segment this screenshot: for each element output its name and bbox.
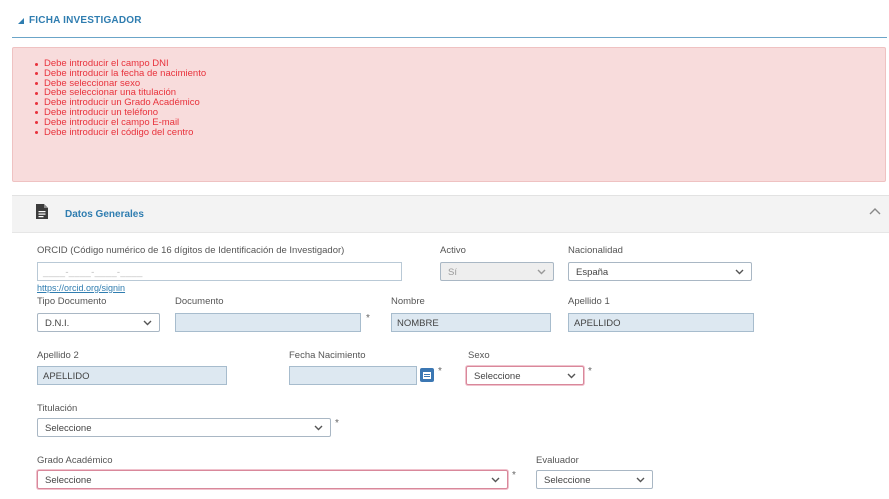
apellido1-label: Apellido 1 [568,296,610,307]
nacionalidad-select[interactable]: España [568,262,752,281]
chevron-down-icon [636,477,645,483]
required-marker: * [588,366,592,377]
apellido2-label: Apellido 2 [37,350,79,361]
chevron-down-icon [491,477,500,483]
documento-label: Documento [175,296,224,307]
orcid-signin-link[interactable]: https://orcid.org/signin [37,283,125,293]
apellido1-input[interactable]: APELLIDO [568,313,754,332]
chevron-down-icon [143,320,152,326]
tipo-documento-label: Tipo Documento [37,296,107,307]
activo-label: Activo [440,245,466,256]
titulacion-label: Titulación [37,403,78,414]
grado-academico-label: Grado Académico [37,455,113,466]
required-marker: * [512,470,516,481]
fecha-nacimiento-label: Fecha Nacimiento [289,350,366,361]
error-item: Debe introducir la fecha de nacimiento [33,68,885,79]
chevron-down-icon [567,373,576,379]
orcid-label: ORCID (Código numérico de 16 dígitos de … [37,245,345,256]
titulacion-select[interactable]: Seleccione [37,418,331,437]
page-title: FICHA INVESTIGADOR [29,15,142,26]
documento-input[interactable] [175,313,361,332]
apellido2-input[interactable]: APELLIDO [37,366,227,385]
error-item: Debe introducir un Grado Académico [33,98,885,108]
grado-academico-select[interactable]: Seleccione [37,470,508,489]
chevron-down-icon [314,425,323,431]
required-marker: * [366,313,370,324]
evaluador-select[interactable]: Seleccione [536,470,653,489]
required-marker: * [438,366,442,377]
tipo-documento-select[interactable]: D.N.I. [37,313,160,332]
nombre-input[interactable]: NOMBRE [391,313,551,332]
error-list: Debe introducir el campo DNI Debe introd… [33,59,885,137]
error-item: Debe introducir el código del centro [33,127,885,138]
panel-header-datos-generales[interactable]: Datos Generales [12,195,889,233]
chevron-down-icon [735,269,744,275]
activo-select[interactable]: Sí [440,262,554,281]
required-marker: * [335,418,339,429]
section-header: FICHA INVESTIGADOR [12,8,887,38]
panel-title: Datos Generales [65,209,144,220]
nombre-label: Nombre [391,296,425,307]
sexo-label: Sexo [468,350,490,361]
fecha-nacimiento-input[interactable] [289,366,417,385]
chevron-up-icon[interactable] [869,207,881,215]
calendar-icon[interactable] [420,368,434,382]
evaluador-label: Evaluador [536,455,579,466]
error-alert: Debe introducir el campo DNI Debe introd… [12,47,886,182]
chevron-down-icon [537,269,546,275]
document-icon [36,204,48,219]
nacionalidad-label: Nacionalidad [568,245,623,256]
sexo-select[interactable]: Seleccione [466,366,584,385]
orcid-input[interactable]: ____-____-____-____ [37,262,402,281]
triangle-expand-icon [18,18,24,24]
